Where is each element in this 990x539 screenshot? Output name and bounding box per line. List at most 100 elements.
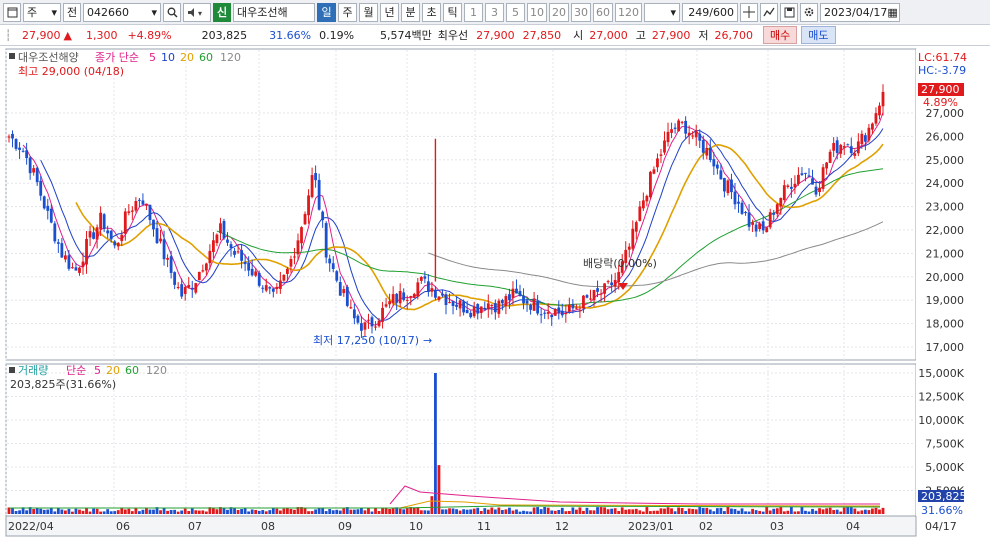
count-input[interactable]: 249/600 (682, 2, 738, 22)
tab-interval-1[interactable]: 1 (464, 2, 483, 22)
candle-body (691, 135, 695, 137)
volume-value: 203,825 (201, 28, 248, 42)
candle-body (789, 186, 793, 189)
candle-body (423, 276, 427, 279)
candle-body (508, 294, 511, 301)
volume-bar (701, 507, 705, 514)
window-icon[interactable] (3, 2, 21, 22)
save-icon[interactable] (780, 2, 798, 22)
volume-bar (638, 510, 642, 514)
volume-bar (856, 511, 860, 514)
volume-bar (92, 508, 95, 514)
tab-interval-120[interactable]: 120 (615, 2, 642, 22)
volume-bar (381, 508, 384, 514)
tab-period-minute[interactable]: 분 (401, 2, 420, 22)
volume-pane[interactable] (5, 363, 917, 517)
tab-period-week[interactable]: 주 (338, 2, 357, 22)
volume-bar (610, 508, 614, 514)
candle-body (768, 212, 772, 228)
volume-bar (282, 508, 286, 514)
prev-button[interactable]: 전 (63, 2, 81, 22)
tab-period-day[interactable]: 일 (317, 2, 336, 22)
tab-period-year[interactable]: 년 (380, 2, 399, 22)
sell-button[interactable]: 매도 (801, 26, 836, 44)
candle-body (63, 255, 67, 260)
candle-body (109, 230, 113, 240)
x-tick-label: 09 (338, 520, 352, 533)
volume-bar (416, 507, 420, 514)
search-icon[interactable] (163, 2, 181, 22)
volume-bar (444, 509, 448, 514)
volume-bar (807, 511, 811, 514)
candle-body (546, 312, 550, 314)
volume-bar (360, 507, 363, 514)
candle-body (106, 230, 110, 234)
market-select[interactable]: 주 ▾ (23, 2, 61, 22)
stock-name-field[interactable]: 대우조선해 (233, 2, 315, 22)
candle-body (705, 147, 709, 156)
low-arrow-icon: → (423, 334, 432, 347)
candle-body (652, 169, 656, 174)
volume-bar (476, 507, 480, 514)
candle-body (261, 287, 265, 289)
tab-period-month[interactable]: 월 (359, 2, 378, 22)
code-input[interactable]: 042660 ▾ (83, 2, 161, 22)
crosshair-icon[interactable] (740, 2, 758, 22)
candle-body (391, 294, 395, 304)
volume-bar (363, 510, 367, 514)
buy-button[interactable]: 매수 (763, 26, 798, 44)
candle-body (363, 322, 367, 330)
volume-bar (162, 507, 166, 514)
calendar-icon[interactable]: ▦ (887, 6, 897, 19)
candle-body (222, 220, 226, 239)
gear-icon[interactable] (800, 2, 818, 22)
volume-bar (740, 508, 744, 514)
tab-interval-20[interactable]: 20 (549, 2, 569, 22)
tab-interval-10[interactable]: 10 (527, 2, 547, 22)
draw-tool-icon[interactable] (760, 2, 778, 22)
speaker-icon[interactable]: ▾ (183, 2, 211, 22)
volume-bar (863, 509, 867, 514)
volume-legend-ma120: 120 (146, 364, 167, 377)
volume-legend-label: 거래량 (18, 364, 48, 377)
volume-bar (867, 510, 871, 514)
volume-bar (698, 507, 702, 514)
new-badge: 신 (213, 2, 231, 22)
price-chart[interactable]: 27,00026,00025,00024,00023,00022,00021,0… (0, 46, 990, 539)
candle-body (856, 141, 860, 154)
candle-body (95, 227, 99, 240)
candle-body (441, 293, 444, 296)
tab-period-tick[interactable]: 틱 (443, 2, 462, 22)
volume-bar (261, 510, 265, 514)
date-input[interactable]: 2023/04/17 ▦ (820, 2, 900, 22)
code-input-value: 042660 (87, 5, 129, 19)
tab-interval-30[interactable]: 30 (571, 2, 591, 22)
tab-interval-3[interactable]: 3 (485, 2, 504, 22)
volume-bar (321, 508, 325, 514)
candle-body (641, 200, 645, 209)
volume-bar (240, 509, 243, 514)
volume-bar (374, 507, 377, 514)
candle-body (352, 309, 356, 319)
volume-bar (596, 507, 599, 514)
tab-interval-60[interactable]: 60 (593, 2, 613, 22)
custom-interval-select[interactable]: ▾ (644, 2, 680, 22)
volume-bar (631, 509, 635, 514)
volume-bar (448, 508, 451, 514)
candle-body (67, 255, 71, 269)
tab-period-second[interactable]: 초 (422, 2, 441, 22)
candle-body (800, 173, 804, 175)
volume-bar (708, 509, 712, 514)
volume-bar (680, 508, 684, 514)
volume-bar (839, 511, 843, 514)
volume-bar (183, 508, 187, 514)
high-label: 고 (635, 29, 646, 42)
volume-bar (797, 511, 800, 514)
candle-body (328, 258, 332, 264)
chevron-down-icon: ▾ (670, 5, 676, 19)
tab-interval-5[interactable]: 5 (506, 2, 525, 22)
x-tick-label: 07 (188, 520, 202, 533)
candle-body (839, 144, 843, 154)
candle-body (243, 262, 247, 265)
candle-body (32, 168, 36, 173)
